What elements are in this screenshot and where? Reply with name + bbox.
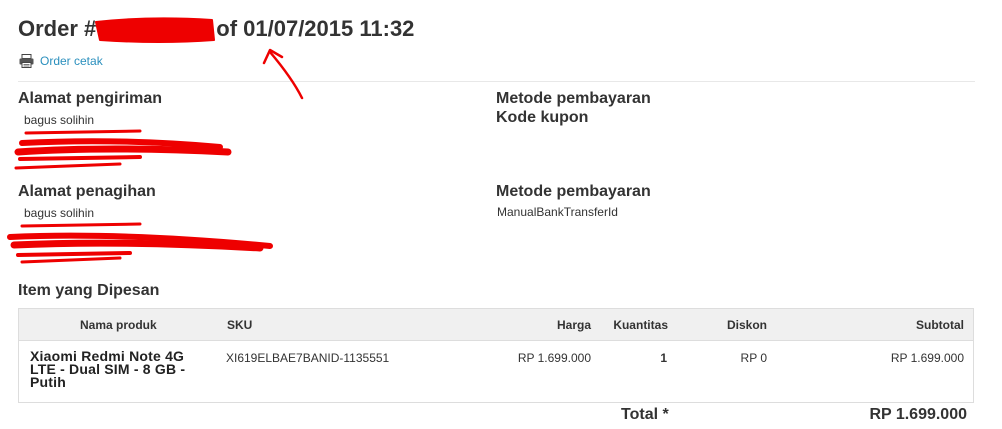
- annotation-arrow: [268, 50, 304, 100]
- product-quantity: 1: [660, 351, 667, 365]
- table-header: Nama produk SKU Harga Kuantitas Diskon S…: [19, 309, 973, 341]
- print-order-label: Order cetak: [40, 54, 103, 68]
- product-discount: RP 0: [740, 351, 767, 365]
- payment-method-heading: Metode pembayaran: [496, 90, 651, 107]
- total-label: Total *: [621, 406, 669, 423]
- product-sku: XI619ELBAE7BANID-1135551: [226, 351, 390, 365]
- billing-address-scribble: [20, 222, 142, 228]
- table-row: Xiaomi Redmi Note 4G LTE - Dual SIM - 8 …: [19, 341, 973, 403]
- col-product-name: Nama produk: [80, 318, 157, 332]
- product-name: Xiaomi Redmi Note 4G LTE - Dual SIM - 8 …: [30, 348, 186, 390]
- payment-method-heading-2: Metode pembayaran: [496, 183, 651, 200]
- billing-name: bagus solihin: [24, 206, 95, 220]
- billing-address-heading: Alamat penagihan: [18, 183, 156, 200]
- shipping-address-heading: Alamat pengiriman: [18, 90, 163, 107]
- ordered-items-table: Nama produk SKU Harga Kuantitas Diskon S…: [18, 308, 974, 403]
- printer-icon: [19, 54, 34, 68]
- col-subtotal: Subtotal: [916, 318, 964, 332]
- col-sku: SKU: [227, 318, 253, 332]
- product-price: RP 1.699.000: [517, 351, 591, 365]
- print-order-link[interactable]: Order cetak: [19, 54, 103, 68]
- col-price: Harga: [556, 318, 591, 332]
- ordered-items-heading: Item yang Dipesan: [18, 282, 160, 299]
- total-value: RP 1.699.000: [869, 406, 967, 423]
- col-discount: Diskon: [726, 318, 767, 332]
- order-title-date: of 01/07/2015 11:32: [216, 16, 415, 41]
- col-quantity: Kuantitas: [613, 318, 668, 332]
- shipping-name: bagus solihin: [24, 113, 95, 127]
- order-title-prefix: Order #: [18, 16, 97, 41]
- shipping-address-scribble: [24, 129, 142, 135]
- payment-method-value: ManualBankTransferId: [497, 205, 618, 219]
- coupon-code-heading: Kode kupon: [496, 109, 589, 126]
- order-title: Order # of 01/07/2015 11:32: [18, 16, 414, 42]
- product-subtotal: RP 1.699.000: [890, 351, 964, 365]
- header-divider: [18, 81, 975, 82]
